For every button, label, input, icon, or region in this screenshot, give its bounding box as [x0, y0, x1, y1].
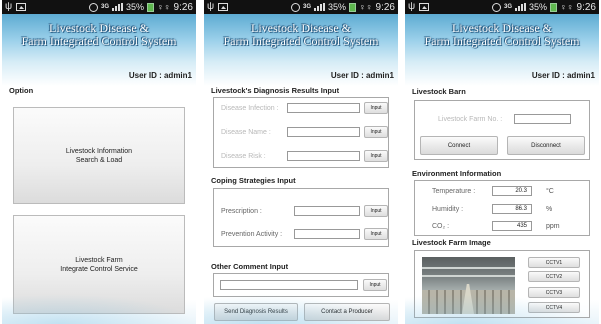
usb-icon: ψ — [207, 1, 215, 12]
battery-percent: 35% — [529, 2, 548, 12]
disconnect-button[interactable]: Disconnect — [507, 136, 585, 155]
prevention-activity-label: Prevention Activity : — [221, 230, 283, 238]
livestock-info-button[interactable]: Livestock Information Search & Load — [13, 107, 185, 204]
battery-percent: 35% — [328, 2, 347, 12]
farm-control-button[interactable]: Livestock Farm Integrate Control Service — [13, 215, 185, 314]
temperature-unit: °C — [546, 187, 554, 195]
battery-percent: 35% — [126, 2, 145, 12]
prescription-label: Prescription : — [221, 207, 262, 215]
co2-label: CO₂ : — [432, 222, 450, 230]
screen-option: ψ 3G 35% ♀♀ 9:26 Livestock Disease & Farm… — [2, 0, 196, 324]
prevention-activity-input[interactable] — [294, 229, 360, 239]
disease-risk-input[interactable] — [287, 151, 360, 161]
prescription-input-button[interactable]: Input — [364, 205, 388, 217]
alarm-icon — [291, 2, 300, 12]
user-id: User ID : admin1 — [531, 71, 595, 80]
battery-icon — [349, 2, 357, 12]
section-option: Option — [9, 86, 34, 95]
connect-button[interactable]: Connect — [420, 136, 498, 155]
alarm-icon — [492, 2, 501, 12]
sim-icon: ♀♀ — [359, 2, 373, 12]
disease-name-input[interactable] — [287, 127, 360, 137]
sim-icon: ♀♀ — [157, 2, 171, 12]
battery-icon — [550, 2, 558, 12]
farm-no-input[interactable] — [514, 114, 571, 124]
signal-icon — [314, 3, 326, 11]
cctv2-button[interactable]: CCTV2 — [528, 271, 580, 282]
app-title: Livestock Disease & Farm Integrated Contr… — [223, 21, 379, 48]
network-type: 3G — [101, 4, 110, 10]
alarm-icon — [89, 2, 98, 12]
status-bar: ψ 3G 35% ♀♀ 9:26 — [204, 0, 398, 14]
clock: 9:26 — [173, 1, 193, 13]
co2-value: 435 — [492, 221, 532, 231]
section-environment: Environment Information — [412, 169, 502, 178]
temperature-value: 20.3 — [492, 186, 532, 196]
network-type: 3G — [504, 4, 513, 10]
disease-name-input-button[interactable]: Input — [364, 126, 388, 138]
app-title: Livestock Disease & Farm Integrated Contr… — [424, 21, 580, 48]
section-farm-image: Livestock Farm Image — [412, 238, 491, 247]
image-notification-icon — [419, 3, 430, 11]
section-diagnosis: Livestock's Diagnosis Results Input — [211, 86, 340, 95]
humidity-label: Humidity : — [432, 205, 464, 213]
battery-icon — [147, 2, 155, 12]
status-bar: ψ 3G 35% ♀♀ 9:26 — [405, 0, 599, 14]
cctv4-button[interactable]: CCTV4 — [528, 302, 580, 313]
screen-diagnosis: ψ 3G 35% ♀♀ 9:26 Livestock Disease & Farm… — [204, 0, 398, 324]
network-type: 3G — [303, 4, 312, 10]
disease-risk-input-button[interactable]: Input — [364, 150, 388, 162]
prevention-activity-input-button[interactable]: Input — [364, 228, 388, 240]
sim-icon: ♀♀ — [560, 2, 574, 12]
farm-no-label: Livestock Farm No. : — [438, 115, 503, 123]
app-title: Livestock Disease & Farm Integrated Contr… — [21, 21, 177, 48]
disease-infection-input[interactable] — [287, 103, 360, 113]
cctv-camera-image — [422, 257, 515, 314]
clock: 9:26 — [576, 1, 596, 13]
co2-unit: ppm — [546, 222, 560, 230]
user-id: User ID : admin1 — [128, 71, 192, 80]
disease-infection-label: Disease Infection : — [221, 104, 279, 112]
humidity-unit: % — [546, 205, 553, 213]
status-bar: ψ 3G 35% ♀♀ 9:26 — [2, 0, 196, 14]
disease-risk-label: Disease Risk : — [221, 152, 266, 160]
prescription-input[interactable] — [294, 206, 360, 216]
cctv3-button[interactable]: CCTV3 — [528, 287, 580, 298]
usb-icon: ψ — [408, 1, 416, 12]
comment-input-button[interactable]: Input — [363, 279, 387, 291]
cctv1-button[interactable]: CCTV1 — [528, 257, 580, 268]
usb-icon: ψ — [5, 1, 13, 12]
section-barn: Livestock Barn — [412, 87, 466, 96]
comment-input[interactable] — [220, 280, 358, 290]
disease-name-label: Disease Name : — [221, 128, 271, 136]
signal-icon — [112, 3, 124, 11]
contact-producer-button[interactable]: Contact a Producer — [304, 303, 390, 321]
screen-farm-control: ψ 3G 35% ♀♀ 9:26 Livestock Disease & Farm… — [405, 0, 599, 324]
user-id: User ID : admin1 — [330, 71, 394, 80]
humidity-value: 86.3 — [492, 204, 532, 214]
send-diagnosis-button[interactable]: Send Diagnosis Results — [214, 303, 298, 321]
signal-icon — [515, 3, 527, 11]
image-notification-icon — [218, 3, 229, 11]
section-comment: Other Comment Input — [211, 262, 289, 271]
image-notification-icon — [16, 3, 27, 11]
section-coping: Coping Strategies Input — [211, 176, 296, 185]
temperature-label: Temperature : — [432, 187, 476, 195]
clock: 9:26 — [375, 1, 395, 13]
disease-infection-input-button[interactable]: Input — [364, 102, 388, 114]
